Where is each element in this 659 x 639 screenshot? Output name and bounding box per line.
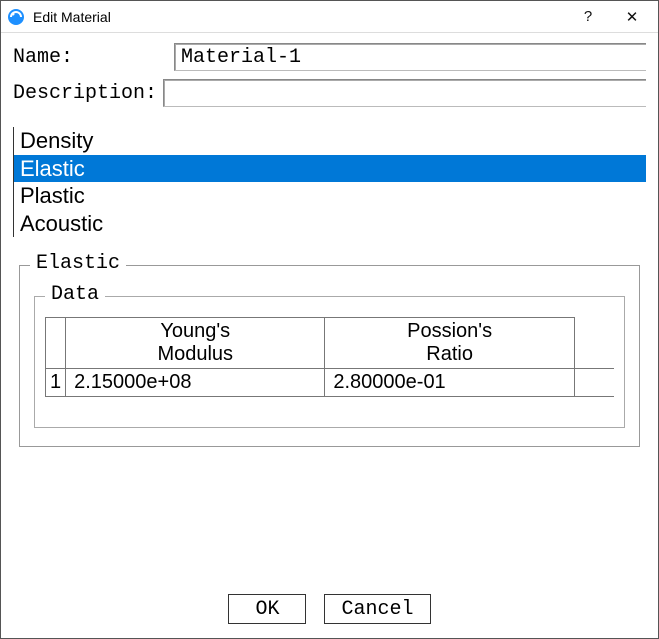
cancel-button[interactable]: Cancel: [324, 594, 430, 624]
property-item-acoustic[interactable]: Acoustic: [14, 210, 646, 238]
cell-spacer: [574, 369, 614, 397]
dialog-body: Name: Description: Density Elastic Plast…: [1, 33, 658, 586]
data-table: Young'sModulus Possion'sRatio 1 2.15000e…: [45, 317, 614, 397]
cell-youngs-modulus[interactable]: 2.15000e+08: [66, 369, 325, 397]
name-label: Name:: [13, 46, 168, 69]
description-input[interactable]: [163, 79, 646, 107]
window-title: Edit Material: [33, 9, 566, 25]
col-header-text-0: Young'sModulus: [157, 320, 233, 365]
name-input[interactable]: [174, 43, 646, 71]
col-header-spacer: [574, 318, 614, 369]
help-button[interactable]: ?: [566, 2, 610, 32]
name-row: Name:: [13, 43, 646, 71]
cell-poissons-ratio[interactable]: 2.80000e-01: [325, 369, 575, 397]
col-header-youngs-modulus: Young'sModulus: [66, 318, 325, 369]
elastic-group: Elastic Data Young'sModulus Possion'sRat…: [19, 265, 640, 447]
description-label: Description:: [13, 82, 157, 105]
col-header-poissons-ratio: Possion'sRatio: [325, 318, 575, 369]
row-header-blank: [46, 318, 66, 369]
button-bar: OK Cancel: [1, 586, 658, 638]
row-number: 1: [46, 369, 66, 397]
dialog-edit-material: Edit Material ? ✕ Name: Description: Den…: [0, 0, 659, 639]
table-row: 1 2.15000e+08 2.80000e-01: [46, 369, 615, 397]
close-button[interactable]: ✕: [610, 2, 654, 32]
data-group-title: Data: [45, 283, 105, 306]
property-item-density[interactable]: Density: [14, 127, 646, 155]
col-header-text-1: Possion'sRatio: [407, 320, 492, 365]
elastic-group-title: Elastic: [30, 252, 126, 275]
data-group: Data Young'sModulus Possion'sRatio 1 2.1…: [34, 296, 625, 428]
titlebar: Edit Material ? ✕: [1, 1, 658, 33]
app-icon: [7, 8, 25, 26]
ok-button[interactable]: OK: [228, 594, 306, 624]
description-row: Description:: [13, 79, 646, 107]
property-item-elastic[interactable]: Elastic: [14, 155, 646, 183]
property-list: Density Elastic Plastic Acoustic: [13, 127, 646, 237]
property-item-plastic[interactable]: Plastic: [14, 182, 646, 210]
